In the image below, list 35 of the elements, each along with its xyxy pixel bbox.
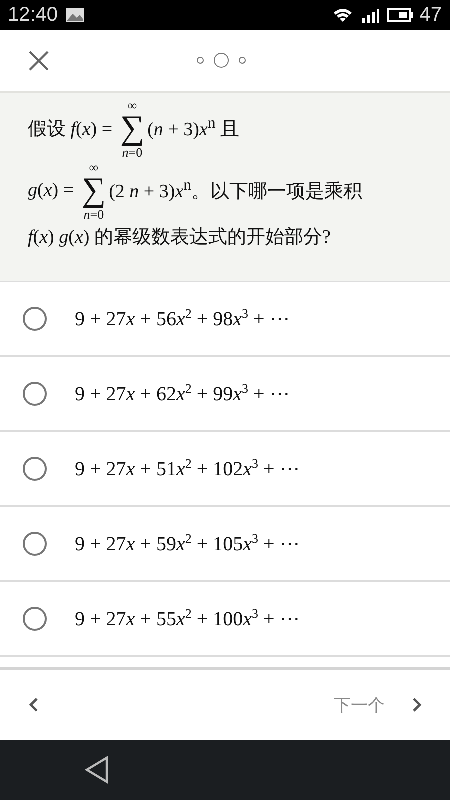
summation-expression: ∞ ∑ n=0	[120, 99, 145, 159]
clock-time: 12:40	[8, 4, 58, 26]
radio-button[interactable]	[23, 532, 47, 556]
answer-option[interactable]: 9 + 27x + 56x$^{2}$ + 98x$^{3}$ + ⋯	[0, 282, 450, 357]
answer-option[interactable]: 9 + 27x + 62x$^{2}$ + 99x$^{3}$ + ⋯	[0, 357, 450, 432]
summation-expression: ∞ ∑ n=0	[82, 161, 106, 221]
page-indicator-dot[interactable]	[238, 57, 246, 64]
page-indicator-dot[interactable]	[214, 53, 228, 68]
option-text: 9 + 27x + 55x$^{2}$ + 100x$^{3}$ + ⋯	[75, 606, 300, 632]
battery-level: 47	[420, 4, 442, 26]
wifi-icon	[332, 7, 353, 23]
question-text: f(x) g(x) 的幂级数表达式的开始部分?	[28, 226, 331, 250]
chevron-right-icon[interactable]	[411, 697, 423, 713]
question-text: (n + 3)x$^{n}$ 且	[148, 115, 240, 143]
radio-button[interactable]	[23, 456, 47, 480]
battery-icon	[386, 8, 413, 22]
page-indicator-dot[interactable]	[196, 57, 204, 64]
option-text: 9 + 27x + 62x$^{2}$ + 99x$^{3}$ + ⋯	[75, 380, 290, 406]
answer-option[interactable]: 9 + 27x + 55x$^{2}$ + 100x$^{3}$ + ⋯	[0, 582, 450, 657]
option-text: 9 + 27x + 56x$^{2}$ + 98x$^{3}$ + ⋯	[75, 306, 290, 332]
question-text: (2 n + 3)x$^{n}$。以下哪一项是乘积	[109, 177, 363, 205]
option-text: 9 + 27x + 59x$^{2}$ + 105x$^{3}$ + ⋯	[75, 530, 300, 556]
previous-button[interactable]	[28, 697, 40, 713]
radio-button[interactable]	[23, 382, 47, 406]
radio-button[interactable]	[23, 606, 47, 630]
back-icon[interactable]	[84, 756, 110, 784]
signal-icon	[360, 7, 380, 23]
answer-option[interactable]: 9 + 27x + 59x$^{2}$ + 105x$^{3}$ + ⋯	[0, 507, 450, 582]
image-icon	[65, 7, 86, 23]
radio-button[interactable]	[23, 306, 47, 330]
next-button[interactable]: 下一个	[334, 694, 423, 716]
question-text: g(x) =	[28, 180, 76, 202]
option-text: 9 + 27x + 51x$^{2}$ + 102x$^{3}$ + ⋯	[75, 456, 300, 482]
question-text: 假设 f(x) =	[28, 118, 114, 142]
answer-option[interactable]: 9 + 27x + 51x$^{2}$ + 102x$^{3}$ + ⋯	[0, 432, 450, 507]
